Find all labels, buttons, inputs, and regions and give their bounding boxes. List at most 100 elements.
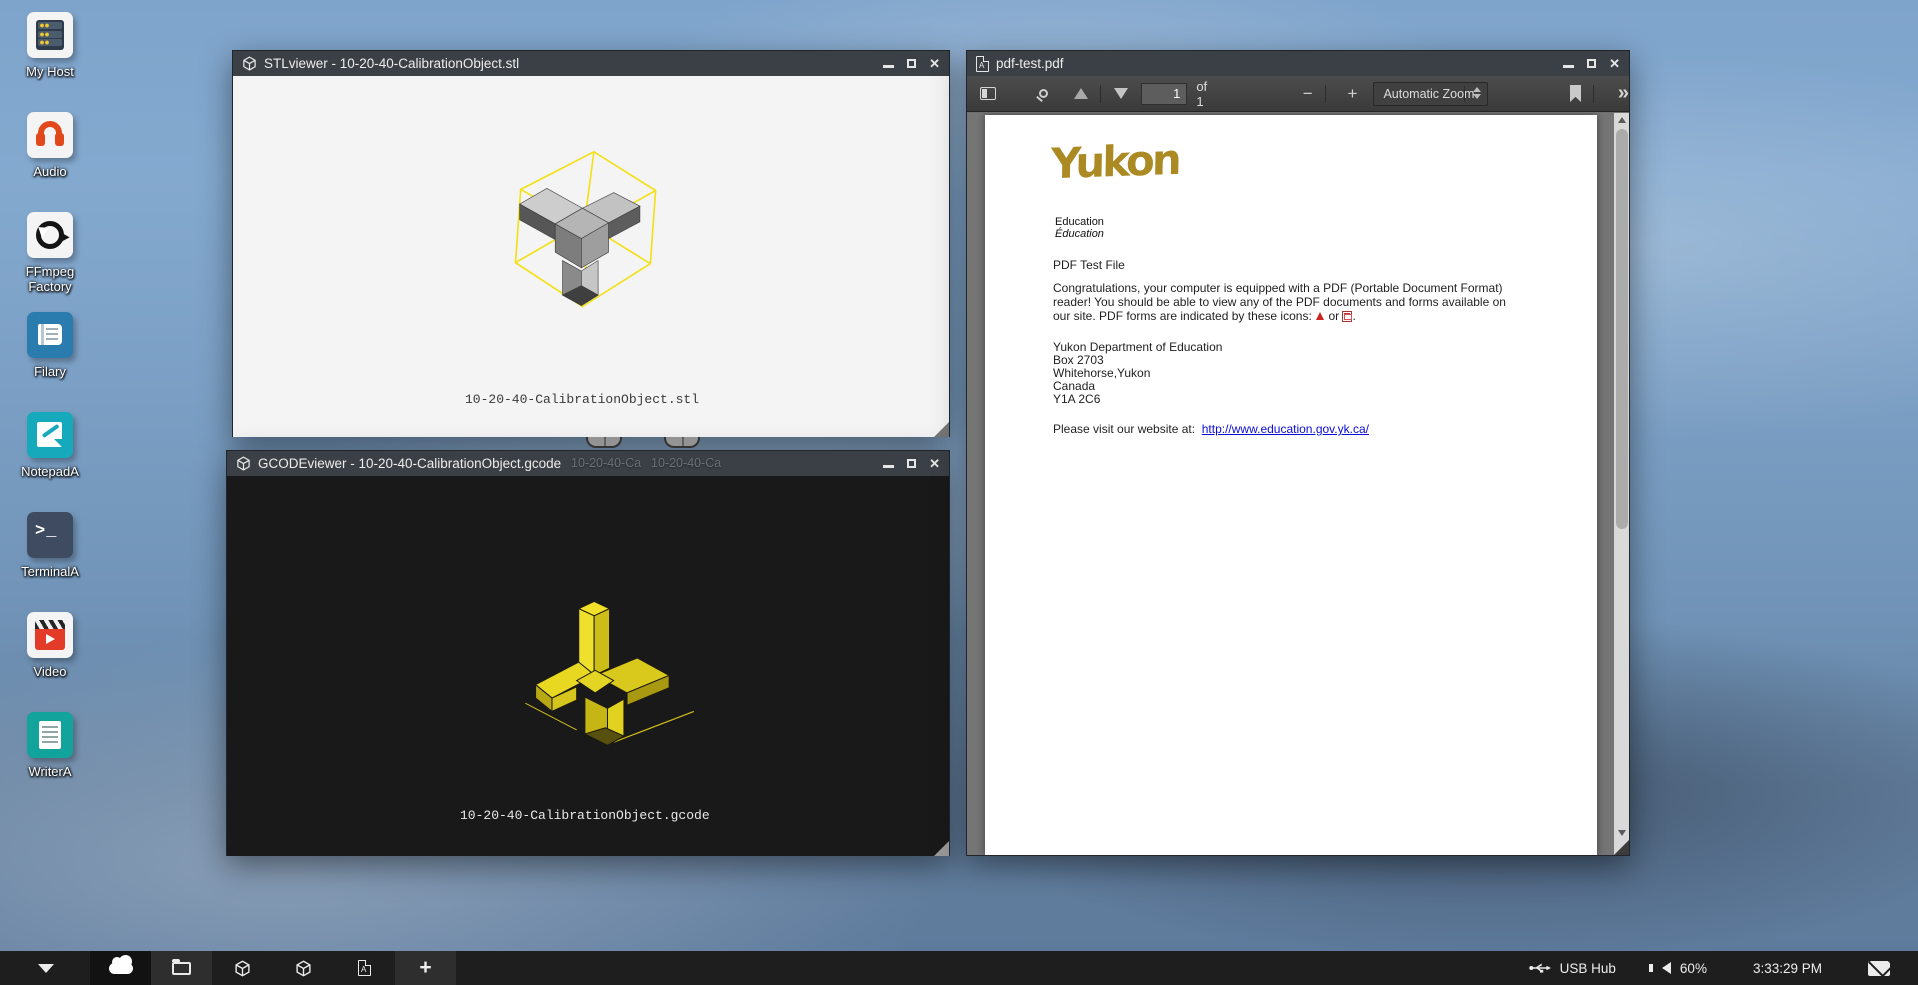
more-tools-button[interactable]: » xyxy=(1618,82,1629,105)
pdf-page: Yukon Education Éducation PDF Test File … xyxy=(985,115,1597,855)
doc-website-line: Please visit our website at: http://www.… xyxy=(1053,422,1369,436)
vertical-scrollbar[interactable] xyxy=(1614,113,1629,855)
page-count-label: of 1 xyxy=(1196,79,1214,109)
minimize-button[interactable] xyxy=(883,65,894,68)
taskbar-chevron-down-icon[interactable] xyxy=(38,964,54,973)
scroll-up-arrow[interactable] xyxy=(1614,113,1629,127)
gcode-file-name: 10-20-40-CalibrationObject.gcode xyxy=(460,808,928,824)
resize-grip[interactable] xyxy=(934,422,949,437)
acrobat-icon xyxy=(1315,311,1325,321)
desktop-icon-ffmpeg-factory[interactable]: FFmpeg Factory xyxy=(10,208,90,308)
cloud-icon xyxy=(109,963,133,974)
cube-icon xyxy=(295,960,312,977)
taskbar-folder-button[interactable] xyxy=(151,951,212,985)
gcode-3d-model xyxy=(515,598,700,758)
scroll-down-arrow[interactable] xyxy=(1614,826,1629,840)
close-button[interactable]: ✕ xyxy=(1609,59,1620,69)
taskbar-add-button[interactable]: + xyxy=(395,951,456,985)
doc-heading: PDF Test File xyxy=(1053,258,1125,272)
desktop-icon-label: TerminalA xyxy=(21,564,79,579)
desktop-icon-label: Audio xyxy=(33,164,66,179)
doc-paragraph: Congratulations, your computer is equipp… xyxy=(1053,281,1553,323)
notepad-pencil-icon xyxy=(27,412,73,458)
document-icon xyxy=(27,712,73,758)
pdf-viewport[interactable]: Yukon Education Éducation PDF Test File … xyxy=(967,113,1614,855)
window-title: GCODEviewer - 10-20-40-CalibrationObject… xyxy=(258,456,561,471)
bookmark-icon[interactable] xyxy=(1570,85,1581,102)
desktop-icon-notepada[interactable]: NotepadA xyxy=(10,408,90,508)
usb-label: USB Hub xyxy=(1560,961,1616,976)
sidebar-toggle-button[interactable] xyxy=(975,87,1000,100)
desktop-icon-video[interactable]: Video xyxy=(10,608,90,708)
envelope-icon xyxy=(1868,961,1890,976)
maximize-button[interactable] xyxy=(907,59,916,68)
occluded-desktop-label: 10-20-40-Ca xyxy=(571,456,641,470)
previous-page-button[interactable] xyxy=(1074,88,1088,99)
stl-file-name: 10-20-40-CalibrationObject.stl xyxy=(465,392,917,408)
doc-address: Yukon Department of Education Box 2703 W… xyxy=(1053,341,1222,406)
resize-grip[interactable] xyxy=(1614,840,1629,855)
yukon-logo: Yukon xyxy=(1051,135,1180,189)
mail-button[interactable] xyxy=(1868,961,1890,976)
recycle-arrows-icon xyxy=(27,212,73,258)
cube-icon xyxy=(236,456,251,471)
next-page-button[interactable] xyxy=(1114,88,1128,99)
maximize-button[interactable] xyxy=(1587,59,1596,68)
close-button[interactable]: ✕ xyxy=(929,59,940,69)
pdf-form-icon xyxy=(1342,311,1352,322)
search-icon xyxy=(1039,89,1048,98)
pdf-viewer-window: pdf-test.pdf ✕ of 1 − + Automatic Zoom »… xyxy=(966,50,1630,856)
desktop-icon-writera[interactable]: WriterA xyxy=(10,708,90,808)
close-button[interactable]: ✕ xyxy=(929,459,940,469)
stl-titlebar[interactable]: STLviewer - 10-20-40-CalibrationObject.s… xyxy=(233,51,949,76)
logo-education-fr: Éducation xyxy=(1055,227,1104,241)
folder-icon xyxy=(172,962,191,975)
clapperboard-icon xyxy=(27,612,73,658)
terminal-prompt-icon: >_ xyxy=(27,512,73,558)
page-number-input[interactable] xyxy=(1141,83,1187,105)
taskbar-pdf-button[interactable] xyxy=(334,951,395,985)
book-icon xyxy=(27,312,73,358)
taskbar-status-area: USB Hub 60% 3:33:29 PM xyxy=(1529,961,1918,976)
window-title: STLviewer - 10-20-40-CalibrationObject.s… xyxy=(264,56,519,71)
zoom-out-button[interactable]: − xyxy=(1303,84,1313,104)
desktop-icon-label: My Host xyxy=(26,64,74,79)
volume-label: 60% xyxy=(1680,961,1707,976)
volume-status[interactable]: 60% xyxy=(1662,961,1707,976)
zoom-in-button[interactable]: + xyxy=(1348,84,1358,104)
occluded-desktop-label: 10-20-40-Ca xyxy=(651,456,721,470)
scrollbar-thumb[interactable] xyxy=(1616,129,1628,529)
usb-status[interactable]: USB Hub xyxy=(1529,961,1616,976)
gcode-3d-viewport[interactable]: 10-20-40-CalibrationObject.gcode ../../D… xyxy=(227,476,949,856)
select-spinner-icon xyxy=(1473,87,1481,99)
desktop-icon-my-host[interactable]: My Host xyxy=(10,8,90,108)
zoom-level-select[interactable]: Automatic Zoom xyxy=(1373,82,1488,106)
pdf-titlebar[interactable]: pdf-test.pdf ✕ xyxy=(967,51,1629,76)
taskbar-files-button[interactable] xyxy=(90,951,151,985)
taskbar-stlviewer-button[interactable] xyxy=(212,951,273,985)
desktop-icon-column: My Host Audio FFmpeg Factory Filary Note… xyxy=(10,8,90,808)
desktop-icon-terminala[interactable]: >_ TerminalA xyxy=(10,508,90,608)
cube-icon xyxy=(234,960,251,977)
sidebar-icon xyxy=(980,87,996,100)
gcode-titlebar[interactable]: GCODEviewer - 10-20-40-CalibrationObject… xyxy=(227,451,949,476)
stl-3d-model xyxy=(481,130,711,320)
taskbar: + USB Hub 60% 3:33:29 PM xyxy=(0,951,1918,985)
taskbar-gcodeviewer-button[interactable] xyxy=(273,951,334,985)
desktop-icon-filary[interactable]: Filary xyxy=(10,308,90,408)
find-button[interactable] xyxy=(1039,89,1048,98)
desktop-icon-label: Filary xyxy=(34,364,66,379)
desktop-icon-audio[interactable]: Audio xyxy=(10,108,90,208)
minimize-button[interactable] xyxy=(1563,65,1574,68)
plus-icon: + xyxy=(419,958,431,978)
website-link[interactable]: http://www.education.gov.yk.ca/ xyxy=(1202,422,1369,436)
clock[interactable]: 3:33:29 PM xyxy=(1753,961,1822,976)
headphones-icon xyxy=(27,112,73,158)
resize-grip[interactable] xyxy=(934,841,949,856)
minimize-button[interactable] xyxy=(883,465,894,468)
server-icon xyxy=(27,12,73,58)
desktop-icon-label: NotepadA xyxy=(21,464,79,479)
maximize-button[interactable] xyxy=(907,459,916,468)
desktop-icon-label: WriterA xyxy=(28,764,71,779)
stl-3d-viewport[interactable]: 10-20-40-CalibrationObject.stl ../../Des… xyxy=(233,76,949,437)
